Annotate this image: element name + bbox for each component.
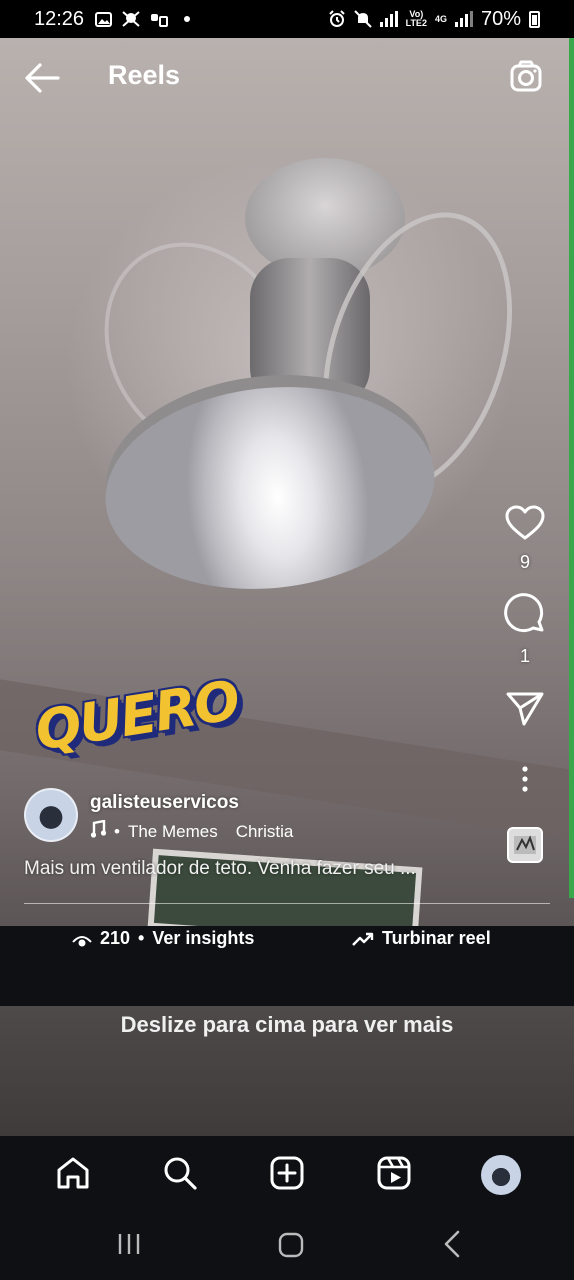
view-count: 210 [100, 928, 131, 948]
share-button[interactable] [505, 691, 545, 732]
music-note-icon [90, 819, 107, 843]
heart-icon [505, 505, 545, 546]
audio-thumbnail-button[interactable] [507, 827, 543, 863]
audio-thumbnail-icon [507, 827, 543, 863]
reels-icon [376, 1155, 412, 1196]
insights-label: Ver insights [152, 928, 255, 948]
alarm-icon [328, 10, 346, 27]
status-bar: 12:26 Vo) LTE2 4G 70% [0, 0, 574, 38]
signal-strength-icon [379, 11, 398, 27]
post-caption[interactable]: Mais um ventilador de teto. Venha fazer … [24, 858, 484, 880]
more-vertical-icon [521, 766, 529, 797]
back-chevron-icon[interactable] [440, 1230, 464, 1258]
nav-home-button[interactable] [53, 1155, 93, 1195]
nav-search-button[interactable] [160, 1155, 200, 1195]
nav-profile-button[interactable] [480, 1155, 521, 1195]
boost-label: Turbinar reel [382, 928, 491, 948]
nav-create-button[interactable] [267, 1155, 307, 1195]
send-icon [505, 691, 545, 732]
profile-avatar [480, 1155, 521, 1195]
reel-video[interactable] [0, 38, 574, 926]
audio-separator: • [114, 821, 120, 841]
network-gen-label: 4G [434, 13, 447, 24]
pirate-notification-icon [122, 11, 140, 27]
action-rail: 9 1 [500, 505, 550, 863]
like-count: 9 [519, 552, 530, 572]
reels-header: Reels [0, 38, 574, 118]
like-button[interactable]: 9 [505, 505, 545, 573]
avatar[interactable] [24, 788, 78, 842]
swipe-hint: Deslize para cima para ver mais [120, 1012, 454, 1037]
more-notifications-dot-icon [178, 11, 196, 27]
comment-bubble-icon [504, 593, 546, 640]
eye-icon [72, 932, 92, 946]
bottom-nav [0, 1136, 574, 1214]
view-insights-button[interactable]: 210 • Ver insights [72, 928, 254, 949]
home-icon [55, 1155, 91, 1196]
comment-count: 1 [519, 646, 530, 666]
signal-strength-2-icon [454, 11, 473, 27]
camera-icon[interactable] [508, 59, 544, 95]
trending-up-icon [352, 931, 374, 947]
audio-artist: Christia [235, 821, 294, 841]
page-title: Reels [108, 60, 181, 90]
system-nav-bar [0, 1214, 574, 1280]
username[interactable]: galisteuservicos [90, 792, 239, 814]
plus-square-icon [269, 1155, 305, 1196]
search-icon [162, 1155, 198, 1196]
gallery-notification-icon [94, 11, 112, 27]
battery-icon [529, 10, 540, 28]
home-circle-icon[interactable] [278, 1232, 304, 1258]
comment-button[interactable]: 1 [504, 593, 546, 667]
status-time: 12:26 [34, 7, 85, 30]
volte-label: Vo) LTE2 [405, 9, 427, 28]
app-notification-icon [150, 11, 169, 27]
insights-separator: • [138, 928, 145, 948]
back-arrow-icon[interactable] [24, 62, 60, 94]
insights-bar: 210 • Ver insights Turbinar reel [0, 926, 574, 1006]
boost-reel-button[interactable]: Turbinar reel [352, 928, 491, 949]
recent-apps-icon[interactable] [116, 1232, 142, 1256]
battery-percent: 70% [480, 7, 521, 30]
audio-name: The Memes [127, 821, 218, 841]
divider [24, 903, 550, 904]
more-options-button[interactable] [521, 766, 529, 797]
audio-row[interactable]: • The Memes Christia [90, 819, 294, 843]
mute-icon [353, 10, 372, 28]
nav-reels-button[interactable] [374, 1155, 414, 1195]
